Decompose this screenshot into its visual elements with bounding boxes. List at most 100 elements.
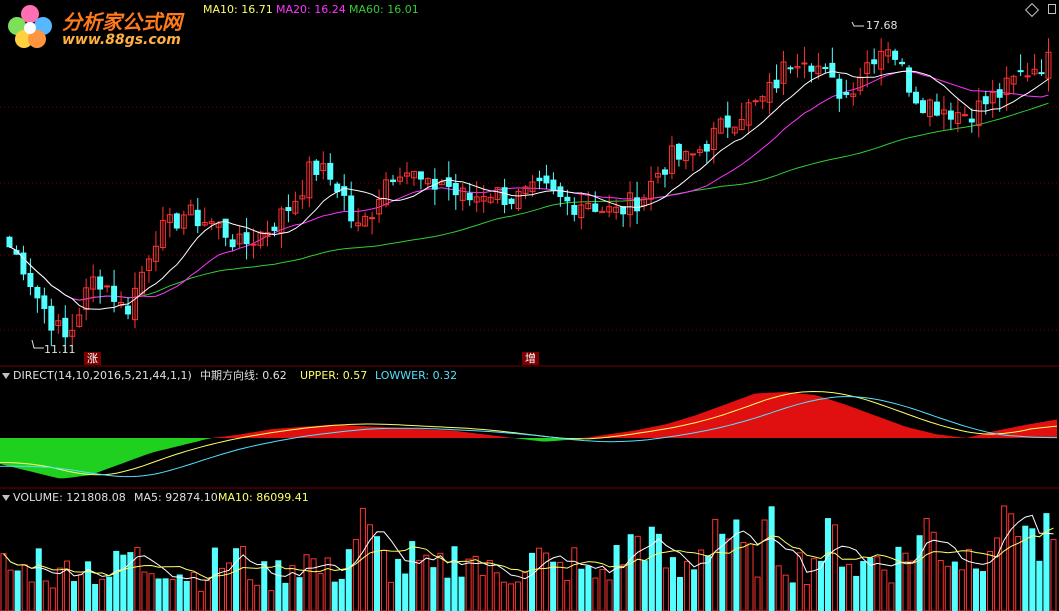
volume-bar	[662, 567, 669, 611]
candle-body	[843, 91, 850, 96]
volume-bar	[846, 563, 853, 611]
volume-bar	[655, 533, 662, 611]
volume-bar	[49, 587, 56, 611]
candle-body	[571, 205, 578, 215]
volume-bar	[331, 581, 338, 611]
volume-bar	[28, 581, 35, 611]
volume-bar	[500, 581, 507, 611]
high-leader-icon	[851, 21, 864, 27]
candle-body	[557, 186, 564, 198]
volume-bar	[529, 552, 536, 611]
volume-bar	[507, 583, 514, 611]
candle-body	[327, 162, 334, 180]
volume-ma10-label: MA10: 86099.41	[218, 491, 309, 504]
volume-bar	[42, 580, 49, 611]
volume-bar	[557, 561, 564, 611]
candle-body	[27, 273, 34, 288]
volume-bar	[381, 549, 388, 611]
volume-bar	[684, 561, 691, 611]
volume-bar	[211, 547, 218, 611]
volume-bar	[613, 545, 620, 611]
volume-panel-header[interactable]: VOLUME: 121808.08	[2, 491, 126, 505]
volume-bar	[874, 556, 881, 611]
volume-bar	[979, 571, 987, 611]
panel-expand-icon[interactable]	[1048, 4, 1056, 14]
volume-bar	[944, 565, 951, 611]
direct-line-label: 中期方向线: 0.62	[200, 369, 287, 382]
direct-upper-label: UPPER: 0.57	[300, 369, 368, 382]
candle-body	[892, 50, 899, 60]
volume-bar	[317, 573, 324, 611]
volume-bar	[803, 583, 810, 611]
volume-bar	[648, 526, 655, 611]
volume-bar	[599, 568, 606, 611]
direct-panel-header[interactable]: DIRECT(14,10,2016,5,21,44,1,1)	[2, 369, 192, 383]
candle-body	[920, 100, 926, 114]
volume-bar	[810, 558, 817, 611]
candle-body	[125, 305, 132, 315]
volume-bar	[120, 554, 127, 611]
volume-bar	[338, 578, 345, 611]
candle-body	[1017, 70, 1024, 73]
candle-body	[675, 143, 682, 160]
volume-bar	[824, 518, 832, 611]
price-ma20-label: MA20: 16.24	[276, 3, 346, 16]
volume-bar	[430, 567, 437, 611]
candle-body	[913, 91, 920, 104]
volume-bar	[99, 578, 106, 611]
volume-bar	[789, 582, 796, 611]
candle-body	[661, 169, 668, 175]
volume-bar	[627, 534, 634, 611]
volume-bar	[641, 560, 648, 611]
candle-body	[243, 232, 250, 245]
low-price-label: 11.11	[44, 343, 76, 356]
volume-bar	[451, 546, 458, 611]
candle-body	[822, 67, 829, 70]
candle-body	[787, 67, 794, 70]
volume-bar	[268, 590, 275, 611]
volume-bar	[775, 565, 782, 611]
volume-bar	[261, 561, 268, 611]
volume-bar	[324, 557, 331, 611]
volume-bar	[169, 578, 176, 611]
volume-bar	[479, 574, 486, 611]
volume-bar	[888, 582, 895, 611]
volume-bar	[839, 566, 846, 611]
candle-body	[550, 179, 557, 191]
volume-bar	[106, 576, 113, 611]
volume-bar	[909, 560, 916, 611]
price-ma10-label: MA10: 16.71	[203, 3, 273, 16]
volume-bar	[444, 577, 451, 611]
volume-bar	[853, 575, 860, 611]
candle-body	[620, 206, 627, 215]
candle-body	[1038, 72, 1045, 75]
volume-bar	[70, 581, 78, 611]
volume-bar	[965, 548, 972, 611]
volume-bar	[578, 568, 585, 611]
volume-bar	[747, 543, 754, 611]
volume-bar	[564, 579, 571, 611]
candle-body	[564, 196, 571, 202]
volume-bar	[669, 557, 676, 611]
volume-bar	[860, 561, 867, 611]
panel-collapse-icon[interactable]	[2, 373, 10, 379]
candle-body	[982, 96, 989, 105]
candle-body	[933, 101, 940, 116]
candle-body	[968, 118, 975, 123]
candle-body	[808, 65, 815, 72]
volume-bar	[1050, 539, 1057, 611]
volume-bar	[409, 541, 416, 611]
volume-bar	[634, 535, 641, 611]
panel-collapse-icon[interactable]	[2, 495, 10, 501]
volume-bar	[176, 574, 183, 611]
volume-bar	[1036, 560, 1043, 611]
candle-body	[466, 192, 473, 201]
candle-body	[111, 285, 118, 302]
volume-bar	[148, 573, 155, 611]
candle-body	[390, 179, 397, 183]
volume-bar	[282, 582, 289, 611]
candle-body	[285, 207, 292, 212]
low-leader-icon	[31, 339, 44, 349]
volume-bar	[514, 581, 521, 611]
volume-bar	[881, 569, 888, 611]
